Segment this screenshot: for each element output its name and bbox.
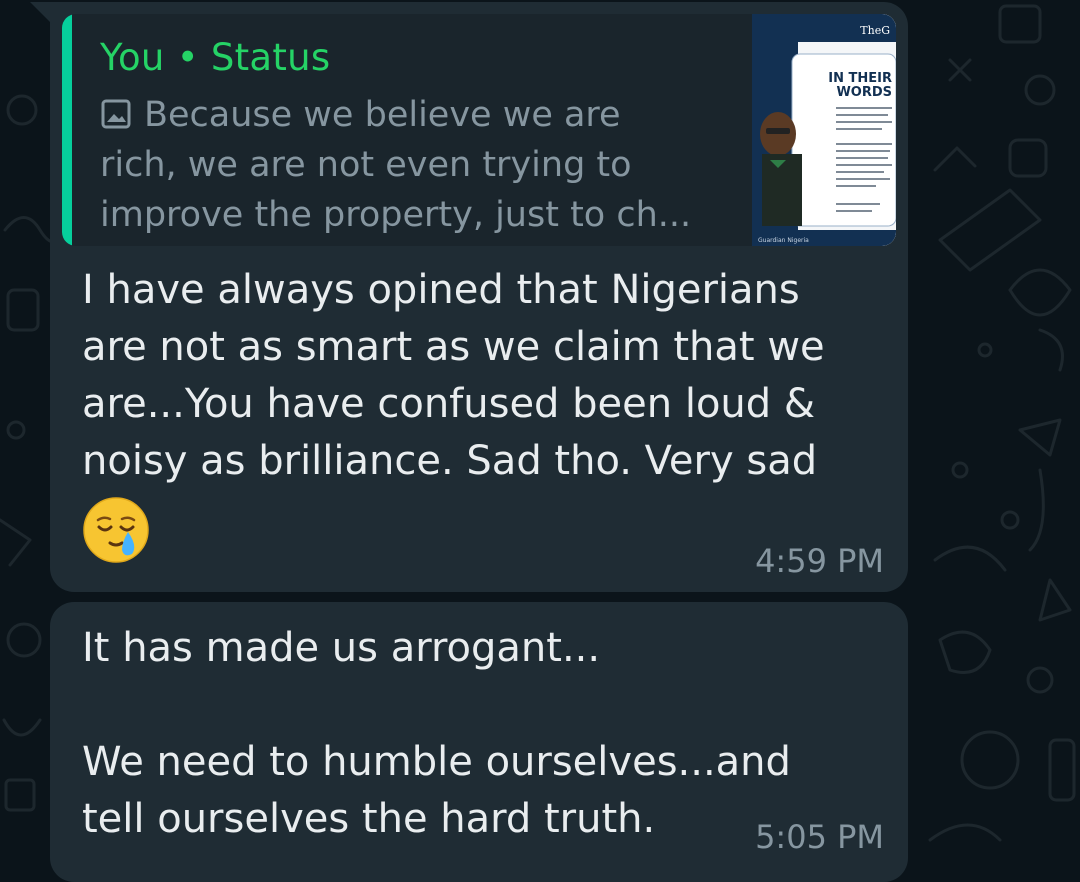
- thumbnail-credit: Guardian Nigeria: [758, 237, 809, 244]
- message-text: It has made us arrogant... We need to hu…: [82, 620, 882, 848]
- message-text: I have always opined that Nigerians are …: [82, 262, 882, 490]
- message-bubble-incoming[interactable]: You • Status Because we believe we are ric…: [30, 2, 908, 592]
- message-line: It has made us arrogant...: [82, 625, 601, 671]
- quote-separator: •: [176, 36, 199, 79]
- message-line: We need to humble ourselves...and: [82, 739, 791, 785]
- status-thumbnail: TheG IN THEIR WORDS Guardian Nigeria: [752, 14, 896, 246]
- quote-header: You • Status: [100, 36, 331, 79]
- quote-author: You: [100, 36, 165, 79]
- message-line: are...You have confused been loud &: [82, 381, 816, 427]
- message-timestamp: 4:59 PM: [755, 542, 884, 580]
- quote-preview-line: improve the property, just to ch...: [100, 195, 692, 235]
- message-timestamp: 5:05 PM: [755, 818, 884, 856]
- thumbnail-headline-1: IN THEIR: [828, 71, 892, 86]
- message-line: noisy as brilliance. Sad tho. Very sad: [82, 438, 818, 484]
- thumbnail-headline-2: WORDS: [836, 85, 892, 100]
- message-line: [82, 677, 882, 734]
- message-line: I have always opined that Nigerians: [82, 267, 800, 313]
- bubble-tail: [30, 2, 52, 24]
- quote-preview-line: Because we believe we are: [144, 95, 621, 135]
- message-bubble-incoming[interactable]: It has made us arrogant... We need to hu…: [50, 602, 908, 882]
- quoted-status-reply[interactable]: You • Status Because we believe we are ric…: [62, 14, 896, 246]
- face-holding-back-tears-emoji: [82, 496, 150, 564]
- quote-preview-line: rich, we are not even trying to: [100, 145, 632, 185]
- quote-preview: Because we believe we are rich, we are n…: [100, 90, 700, 240]
- thumbnail-brand: TheG: [860, 24, 890, 37]
- quote-accent-bar: [62, 14, 72, 246]
- photo-icon: [100, 94, 132, 144]
- quote-source: Status: [210, 36, 331, 79]
- message-line: are not as smart as we claim that we: [82, 324, 825, 370]
